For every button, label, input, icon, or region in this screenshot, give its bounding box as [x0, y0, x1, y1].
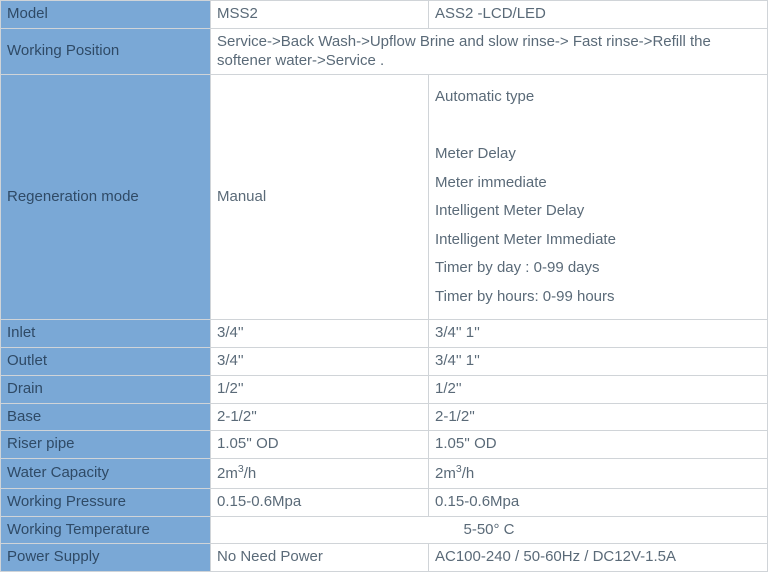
row-drain: Drain 1/2'' 1/2'': [1, 375, 768, 403]
label-working-pressure: Working Pressure: [1, 488, 211, 516]
val-regeneration-mode-2: Automatic type Meter Delay Meter immedia…: [429, 75, 768, 320]
label-regeneration-mode: Regeneration mode: [1, 75, 211, 320]
val-working-position: Service->Back Wash->Upflow Brine and slo…: [211, 28, 768, 75]
row-model: Model MSS2 ASS2 -LCD/LED: [1, 1, 768, 29]
label-drain: Drain: [1, 375, 211, 403]
row-regeneration-mode: Regeneration mode Manual Automatic type …: [1, 75, 768, 320]
val-base-1: 2-1/2'': [211, 403, 429, 431]
row-working-temperature: Working Temperature 5-50° C: [1, 516, 768, 544]
label-inlet: Inlet: [1, 320, 211, 348]
row-riser-pipe: Riser pipe 1.05'' OD 1.05'' OD: [1, 431, 768, 459]
val-power-supply-2: AC100-240 / 50-60Hz / DC12V-1.5A: [429, 544, 768, 572]
label-power-supply: Power Supply: [1, 544, 211, 572]
val-riser-pipe-2: 1.05'' OD: [429, 431, 768, 459]
val-model-1: MSS2: [211, 1, 429, 29]
label-working-temperature: Working Temperature: [1, 516, 211, 544]
label-outlet: Outlet: [1, 348, 211, 376]
val-working-pressure-2: 0.15-0.6Mpa: [429, 488, 768, 516]
row-base: Base 2-1/2'' 2-1/2'': [1, 403, 768, 431]
row-inlet: Inlet 3/4'' 3/4'' 1'': [1, 320, 768, 348]
label-model: Model: [1, 1, 211, 29]
val-working-pressure-1: 0.15-0.6Mpa: [211, 488, 429, 516]
val-water-capacity-1: 2m3/h: [211, 459, 429, 489]
val-outlet-2: 3/4'' 1'': [429, 348, 768, 376]
val-model-2: ASS2 -LCD/LED: [429, 1, 768, 29]
row-power-supply: Power Supply No Need Power AC100-240 / 5…: [1, 544, 768, 572]
row-outlet: Outlet 3/4'' 3/4'' 1'': [1, 348, 768, 376]
val-regeneration-mode-1: Manual: [211, 75, 429, 320]
val-inlet-1: 3/4'': [211, 320, 429, 348]
val-outlet-1: 3/4'': [211, 348, 429, 376]
label-working-position: Working Position: [1, 28, 211, 75]
row-working-position: Working Position Service->Back Wash->Upf…: [1, 28, 768, 75]
spec-table: Model MSS2 ASS2 -LCD/LED Working Positio…: [0, 0, 768, 572]
label-water-capacity: Water Capacity: [1, 459, 211, 489]
row-water-capacity: Water Capacity 2m3/h 2m3/h: [1, 459, 768, 489]
val-inlet-2: 3/4'' 1'': [429, 320, 768, 348]
val-drain-2: 1/2'': [429, 375, 768, 403]
val-water-capacity-2: 2m3/h: [429, 459, 768, 489]
val-working-temperature: 5-50° C: [211, 516, 768, 544]
label-base: Base: [1, 403, 211, 431]
label-riser-pipe: Riser pipe: [1, 431, 211, 459]
val-riser-pipe-1: 1.05'' OD: [211, 431, 429, 459]
val-base-2: 2-1/2'': [429, 403, 768, 431]
val-drain-1: 1/2'': [211, 375, 429, 403]
val-power-supply-1: No Need Power: [211, 544, 429, 572]
row-working-pressure: Working Pressure 0.15-0.6Mpa 0.15-0.6Mpa: [1, 488, 768, 516]
